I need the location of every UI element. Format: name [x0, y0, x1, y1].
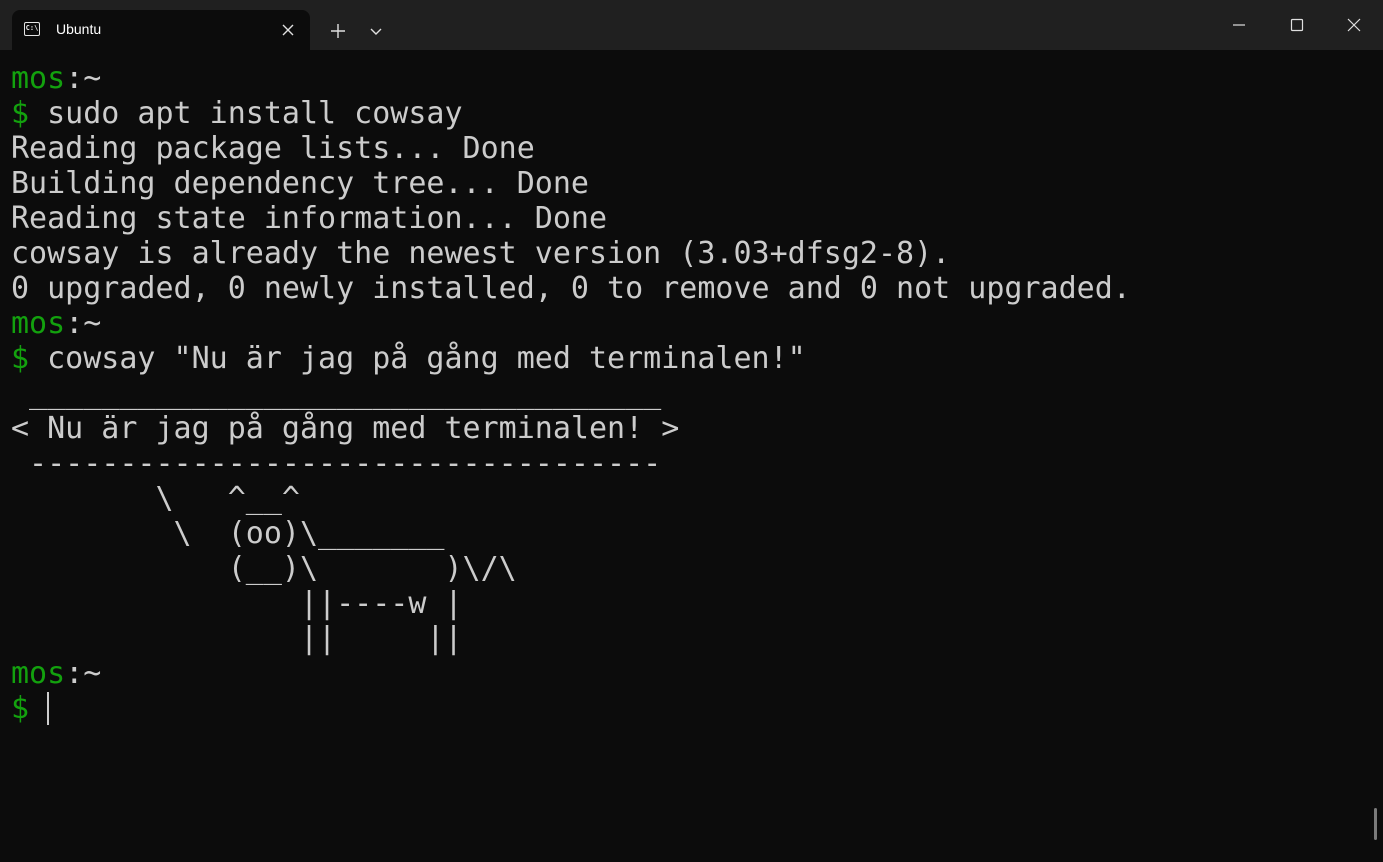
output-line: Reading package lists... Done	[11, 131, 1361, 166]
prompt-line: mos:~	[11, 656, 1361, 691]
prompt-symbol: $	[11, 341, 30, 376]
plus-icon	[331, 24, 345, 38]
maximize-icon	[1290, 18, 1304, 32]
output-line: Reading state information... Done	[11, 201, 1361, 236]
output-text: ___________________________________	[11, 376, 662, 411]
tab-ubuntu[interactable]: C:\ Ubuntu	[12, 10, 310, 50]
minimize-icon	[1233, 24, 1245, 26]
prompt-path: :~	[65, 306, 102, 341]
output-line: \ ^__^	[11, 481, 1361, 516]
output-line: || ||	[11, 621, 1361, 656]
close-window-button[interactable]	[1326, 0, 1383, 50]
output-line: 0 upgraded, 0 newly installed, 0 to remo…	[11, 271, 1361, 306]
prompt-line: mos:~	[11, 61, 1361, 96]
command-line: $ cowsay "Nu är jag på gång med terminal…	[11, 341, 1361, 376]
output-text: 0 upgraded, 0 newly installed, 0 to remo…	[11, 271, 1131, 306]
output-line: Building dependency tree... Done	[11, 166, 1361, 201]
prompt-symbol: $	[11, 96, 30, 131]
prompt-path: :~	[65, 61, 102, 96]
output-text: ||----w |	[11, 586, 463, 621]
output-line: cowsay is already the newest version (3.…	[11, 236, 1361, 271]
output-text: cowsay is already the newest version (3.…	[11, 236, 951, 271]
command-text: cowsay "Nu är jag på gång med terminalen…	[29, 341, 806, 376]
output-line: ___________________________________	[11, 376, 1361, 411]
output-text: \ ^__^	[11, 481, 300, 516]
text-cursor	[47, 692, 50, 725]
output-text: (__)\ )\/\	[11, 551, 517, 586]
terminal-icon: C:\	[24, 22, 40, 36]
terminal-window: C:\ Ubuntu mos:~ $ sudo apt install cowsa…	[0, 0, 1383, 862]
prompt-path: :~	[65, 656, 102, 691]
output-line: < Nu är jag på gång med terminalen! >	[11, 411, 1361, 446]
output-text: || ||	[11, 621, 463, 656]
command-line: $ sudo apt install cowsay	[11, 96, 1361, 131]
output-line: (__)\ )\/\	[11, 551, 1361, 586]
output-text: < Nu är jag på gång med terminalen! >	[11, 411, 680, 446]
output-text: \ (oo)\_______	[11, 516, 445, 551]
output-text: Building dependency tree... Done	[11, 166, 589, 201]
tab-dropdown-button[interactable]	[362, 14, 390, 46]
close-icon	[1347, 18, 1361, 32]
scrollbar[interactable]	[1374, 808, 1377, 840]
new-tab-button[interactable]	[322, 14, 354, 46]
tab-title: Ubuntu	[56, 21, 102, 37]
close-icon[interactable]	[280, 22, 296, 38]
chevron-down-icon	[370, 28, 382, 35]
output-text: -----------------------------------	[11, 446, 662, 481]
prompt-user: mos	[11, 61, 66, 96]
minimize-button[interactable]	[1210, 0, 1268, 50]
prompt-user: mos	[11, 306, 66, 341]
maximize-button[interactable]	[1268, 0, 1326, 50]
prompt-user: mos	[11, 656, 66, 691]
input-line: $	[11, 691, 1361, 726]
command-input[interactable]	[29, 691, 47, 726]
output-text: Reading state information... Done	[11, 201, 608, 236]
title-bar: C:\ Ubuntu	[0, 0, 1383, 50]
output-line: -----------------------------------	[11, 446, 1361, 481]
terminal-output[interactable]: mos:~ $ sudo apt install cowsay Reading pa…	[11, 61, 1361, 841]
command-text: sudo apt install cowsay	[29, 96, 463, 131]
output-line: \ (oo)\_______	[11, 516, 1361, 551]
prompt-line: mos:~	[11, 306, 1361, 341]
output-text: Reading package lists... Done	[11, 131, 535, 166]
output-line: ||----w |	[11, 586, 1361, 621]
prompt-symbol: $	[11, 691, 30, 726]
